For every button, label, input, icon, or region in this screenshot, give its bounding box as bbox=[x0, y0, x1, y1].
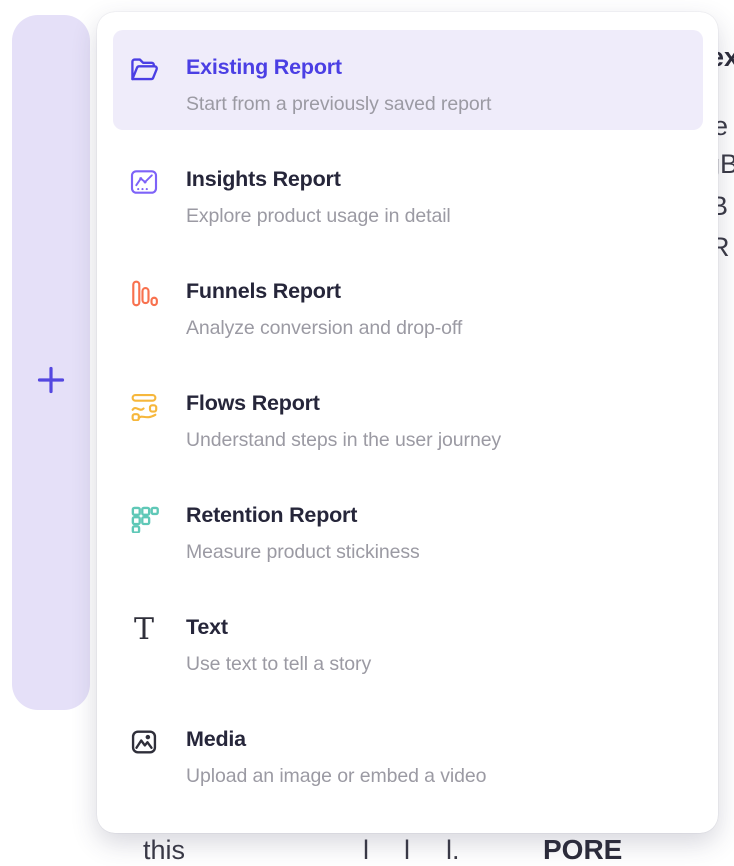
add-content-menu: Existing Report Start from a previously … bbox=[97, 12, 718, 833]
text-icon: T bbox=[128, 614, 160, 646]
menu-item-funnels-report[interactable]: Funnels Report Analyze conversion and dr… bbox=[113, 254, 703, 354]
menu-item-title: Text bbox=[186, 615, 371, 640]
menu-item-subtitle: Analyze conversion and drop-off bbox=[186, 318, 462, 339]
funnel-bars-icon bbox=[128, 278, 160, 310]
menu-item-insights-report[interactable]: Insights Report Explore product usage in… bbox=[113, 142, 703, 242]
menu-item-flows-report[interactable]: Flows Report Understand steps in the use… bbox=[113, 366, 703, 466]
menu-item-subtitle: Start from a previously saved report bbox=[186, 94, 491, 115]
clipped-bg-text: PORE bbox=[543, 834, 622, 866]
line-chart-icon bbox=[128, 166, 160, 198]
folder-open-icon bbox=[128, 54, 160, 86]
menu-item-subtitle: Explore product usage in detail bbox=[186, 206, 451, 227]
add-content-rail[interactable] bbox=[12, 15, 90, 710]
clipped-bg-text: this bbox=[143, 835, 185, 866]
clipped-bg-text: l bbox=[404, 835, 410, 866]
menu-item-title: Media bbox=[186, 727, 486, 752]
menu-item-title: Funnels Report bbox=[186, 279, 462, 304]
menu-item-title: Existing Report bbox=[186, 55, 491, 80]
flows-icon bbox=[128, 390, 160, 422]
menu-item-subtitle: Understand steps in the user journey bbox=[186, 430, 501, 451]
menu-item-subtitle: Use text to tell a story bbox=[186, 654, 371, 675]
menu-item-retention-report[interactable]: Retention Report Measure product stickin… bbox=[113, 478, 703, 578]
clipped-bg-text: l bbox=[363, 835, 369, 866]
menu-item-title: Flows Report bbox=[186, 391, 501, 416]
menu-item-text[interactable]: T Text Use text to tell a story bbox=[113, 590, 703, 690]
menu-item-subtitle: Upload an image or embed a video bbox=[186, 766, 486, 787]
media-image-icon bbox=[128, 726, 160, 758]
menu-item-existing-report[interactable]: Existing Report Start from a previously … bbox=[113, 30, 703, 130]
clipped-bg-text: l. bbox=[446, 835, 460, 866]
menu-item-title: Insights Report bbox=[186, 167, 451, 192]
plus-icon[interactable] bbox=[35, 364, 67, 396]
retention-grid-icon bbox=[128, 502, 160, 534]
menu-item-media[interactable]: Media Upload an image or embed a video bbox=[113, 702, 703, 802]
menu-item-subtitle: Measure product stickiness bbox=[186, 542, 420, 563]
menu-item-title: Retention Report bbox=[186, 503, 420, 528]
